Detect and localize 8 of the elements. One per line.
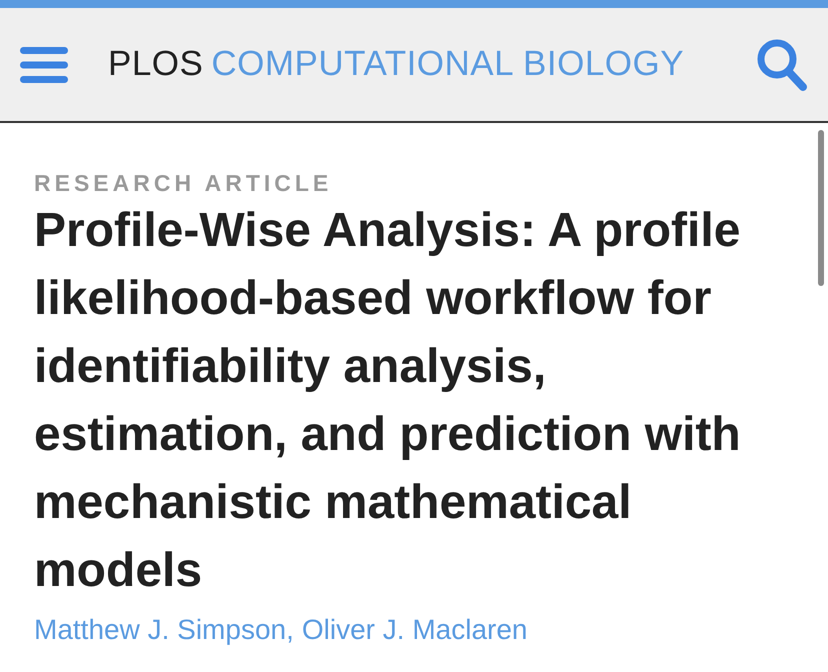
logo-text[interactable]: PLOS: [108, 38, 204, 91]
author-link[interactable]: Oliver J. Maclaren: [302, 609, 528, 651]
article-type: RESEARCH ARTICLE: [34, 169, 334, 197]
menu-icon[interactable]: [20, 46, 68, 82]
article-title: Profile-Wise Analysis: A profile likelihood-based workflow for identifiability analysis, estimation, and prediction with mechanistic mathematical models: [34, 203, 742, 599]
journal-name[interactable]: COMPUTATIONAL BIOLOGY: [211, 38, 684, 91]
search-icon[interactable]: [756, 38, 808, 92]
author-link[interactable]: Matthew J. Simpson,: [34, 609, 294, 651]
